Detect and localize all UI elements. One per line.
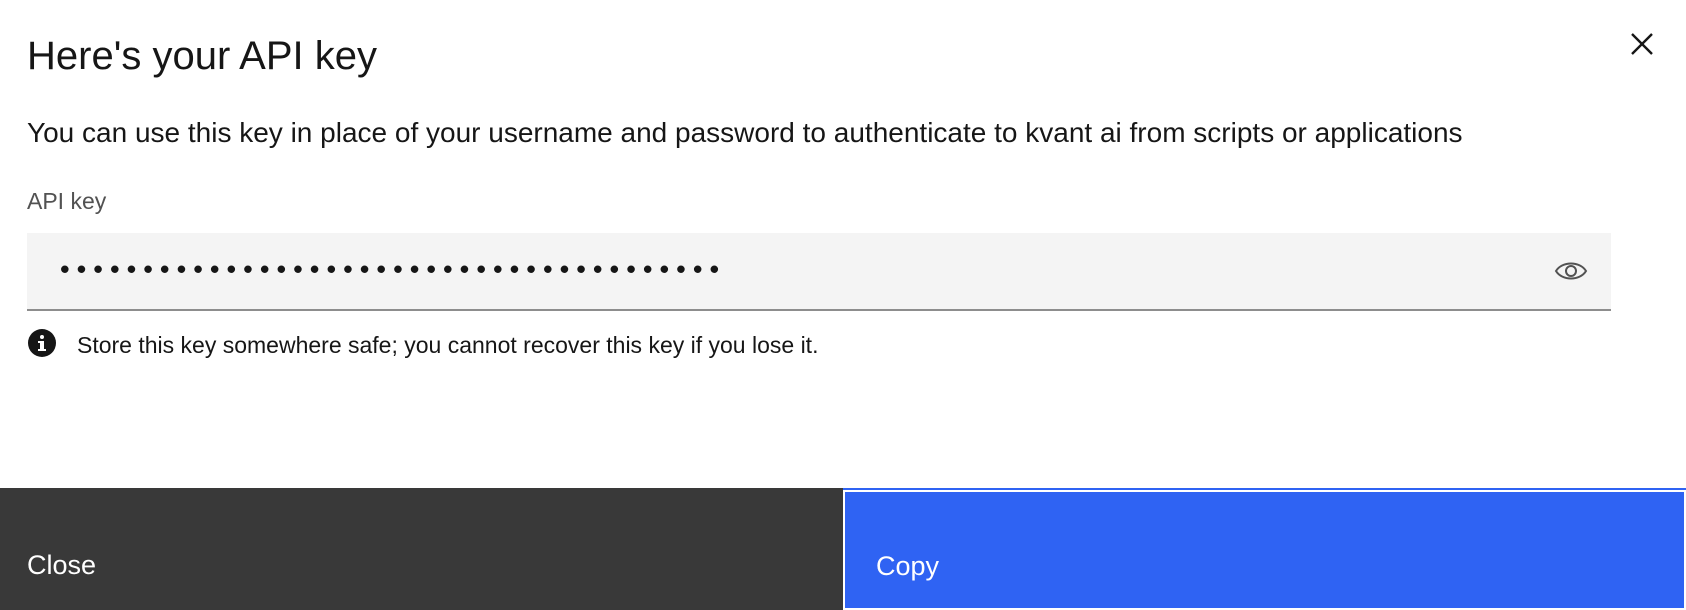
modal-footer: Close Copy bbox=[0, 488, 1686, 610]
copy-button[interactable]: Copy bbox=[843, 488, 1686, 610]
api-key-input[interactable] bbox=[27, 233, 1527, 309]
modal-description: You can use this key in place of your us… bbox=[27, 117, 1463, 148]
api-key-label: API key bbox=[27, 188, 107, 214]
helper-message: Store this key somewhere safe; you canno… bbox=[27, 328, 819, 363]
eye-icon-glyph bbox=[1554, 262, 1588, 280]
close-button[interactable]: Close bbox=[0, 488, 843, 610]
eye-icon[interactable] bbox=[1551, 251, 1591, 291]
api-key-modal: Here's your API key You can use this key… bbox=[0, 0, 1686, 610]
helper-text: Store this key somewhere safe; you canno… bbox=[77, 332, 819, 358]
close-icon[interactable] bbox=[1622, 24, 1662, 64]
api-key-field bbox=[27, 233, 1611, 311]
info-icon bbox=[27, 328, 57, 363]
close-icon-glyph bbox=[1631, 33, 1653, 55]
modal-title: Here's your API key bbox=[27, 34, 377, 78]
